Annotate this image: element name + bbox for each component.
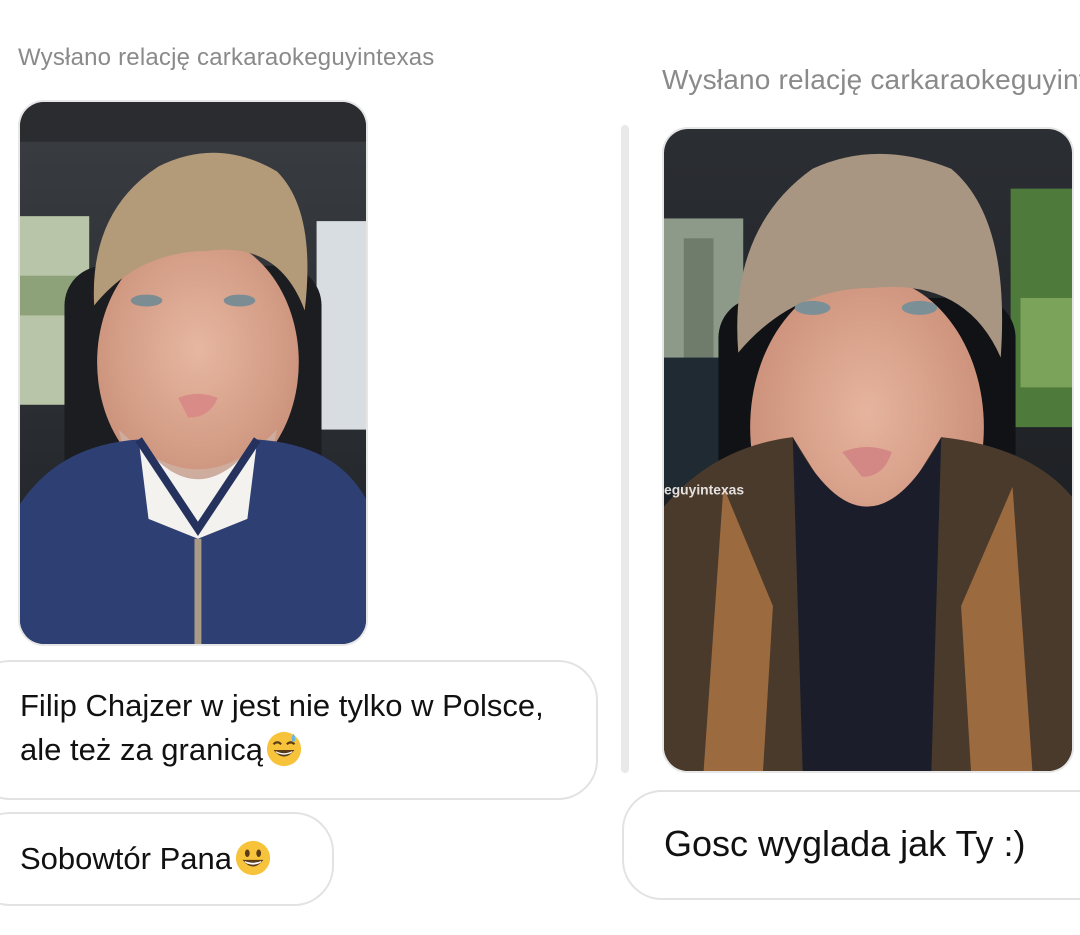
story-reply-label: Wysłano relację carkaraokeguyintexas: [662, 64, 1080, 95]
grinning-sweat-emoji-icon: [265, 730, 303, 768]
left-conversation-panel: Wysłano relację carkaraokeguyintexas Fil…: [0, 0, 610, 935]
message-bubble[interactable]: Gosc wyglada jak Ty :): [622, 790, 1080, 900]
message-text: ale też za granicą: [20, 732, 263, 767]
story-watermark: eguyintexas: [664, 482, 744, 498]
story-thumbnail[interactable]: eguyintexas: [662, 127, 1074, 773]
right-conversation-panel: Wysłano relację carkaraokeguyintexas: [610, 0, 1080, 935]
grinning-face-emoji-icon: [234, 839, 272, 877]
message-bubble[interactable]: Filip Chajzer w jest nie tylko w Polsce,…: [0, 660, 598, 800]
message-bubble[interactable]: Sobowtór Pana: [0, 812, 334, 906]
story-reply-label: Wysłano relację carkaraokeguyintexas: [18, 44, 435, 71]
story-thumbnail[interactable]: [18, 100, 368, 646]
message-text: Gosc wyglada jak Ty :): [664, 823, 1026, 864]
story-video-frame: eguyintexas: [664, 129, 1072, 771]
message-text: Sobowtór Pana: [20, 841, 232, 876]
reply-divider: [621, 125, 629, 773]
message-text: Filip Chajzer w jest nie tylko w Polsce,: [20, 688, 544, 723]
story-video-frame: [20, 102, 366, 644]
